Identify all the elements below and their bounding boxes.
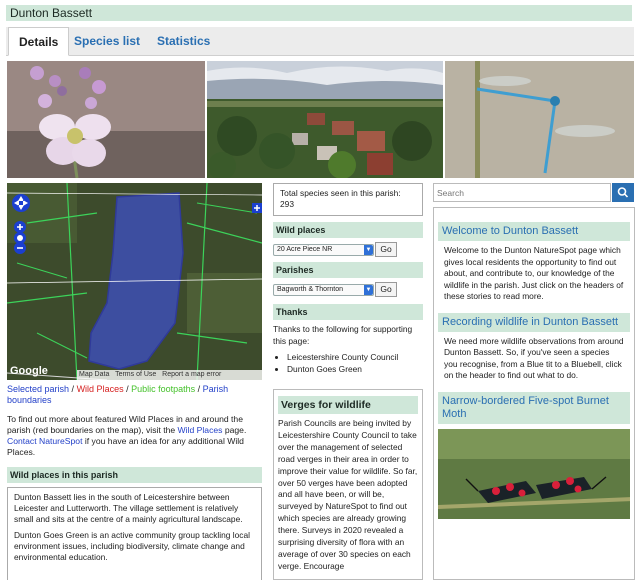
- wild-places-text: Dunton Bassett lies in the south of Leic…: [7, 487, 262, 580]
- legend-separator: /: [123, 384, 132, 394]
- parishes-dropdown[interactable]: Bagworth & Thornton ▼: [273, 283, 374, 296]
- search-bar: [433, 183, 635, 202]
- page-title: Dunton Bassett: [6, 5, 632, 21]
- legend-public-footpaths: Public footpaths: [131, 384, 196, 394]
- story-text: We need more wildlife observations from …: [444, 335, 624, 381]
- legend-separator: /: [195, 384, 203, 394]
- wild-places-go-button[interactable]: Go: [375, 242, 397, 257]
- search-button[interactable]: [612, 183, 634, 202]
- total-species-count: 293: [280, 199, 294, 209]
- legend-wild-places: Wild Places: [76, 384, 124, 394]
- search-icon: [617, 187, 629, 198]
- list-item: Leicestershire County Council: [287, 351, 423, 363]
- damselfly-photo: [445, 61, 634, 178]
- contact-naturespot-link[interactable]: Contact NatureSpot: [7, 436, 82, 446]
- dropdown-value: Bagworth & Thornton: [277, 285, 344, 293]
- thanks-list: Leicestershire County Council Dunton Goe…: [287, 351, 423, 375]
- story-header-welcome[interactable]: Welcome to Dunton Bassett: [438, 222, 630, 241]
- thanks-section: Thanks Thanks to the following for suppo…: [273, 304, 423, 375]
- story-text: Welcome to the Dunton NatureSpot page wh…: [444, 245, 624, 301]
- story-header-burnet-moth[interactable]: Narrow-bordered Five-spot Burnet Moth: [438, 391, 630, 424]
- paragraph: Dunton Goes Green is an active community…: [14, 530, 251, 562]
- legend-separator: /: [69, 384, 77, 394]
- tab-species-list[interactable]: Species list: [64, 27, 150, 56]
- section-heading: Wild places: [273, 222, 423, 238]
- map-data-link[interactable]: Map Data: [79, 371, 109, 378]
- flower-photo: [7, 61, 205, 178]
- dropdown-value: 20 Acre Piece NR: [277, 245, 333, 253]
- wild-places-intro: To find out more about featured Wild Pla…: [7, 414, 262, 458]
- section-heading: Thanks: [273, 304, 423, 320]
- tab-statistics[interactable]: Statistics: [147, 27, 220, 56]
- tab-bar: Details Species list Statistics: [6, 27, 634, 56]
- map-attribution: Map Data Terms of Use Report a map error: [77, 370, 262, 380]
- wild-places-section: Wild places in this parish Dunton Basset…: [7, 467, 262, 580]
- search-input[interactable]: [433, 183, 611, 202]
- parish-map[interactable]: Google Map Data Terms of Use Report a ma…: [7, 183, 262, 380]
- tab-details[interactable]: Details: [8, 27, 70, 56]
- pan-control-icon[interactable]: [11, 193, 31, 222]
- terms-of-use-link[interactable]: Terms of Use: [115, 371, 156, 378]
- layer-switcher-icon[interactable]: [252, 203, 262, 216]
- wild-places-select-section: Wild places 20 Acre Piece NR ▼ Go: [273, 222, 423, 257]
- legend-selected-parish: Selected parish: [7, 384, 70, 394]
- parishes-select-section: Parishes Bagworth & Thornton ▼ Go: [273, 262, 423, 297]
- wild-places-dropdown[interactable]: 20 Acre Piece NR ▼: [273, 243, 374, 256]
- list-item: Dunton Goes Green: [287, 363, 423, 375]
- thanks-text: Thanks to the following for supporting t…: [273, 324, 413, 346]
- verges-section: Verges for wildlife Parish Councils are …: [273, 389, 423, 580]
- total-species-box: Total species seen in this parish: 293: [273, 183, 423, 216]
- village-aerial-photo: [207, 61, 443, 178]
- wild-places-link[interactable]: Wild Places: [178, 425, 223, 435]
- parishes-go-button[interactable]: Go: [375, 282, 397, 297]
- paragraph: Dunton Bassett lies in the south of Leic…: [14, 492, 243, 524]
- chevron-down-icon: ▼: [364, 244, 373, 255]
- zoom-out-icon[interactable]: [14, 242, 26, 257]
- intro-text: page.: [222, 425, 247, 435]
- chevron-down-icon: ▼: [364, 284, 373, 295]
- google-logo: Google: [10, 365, 48, 377]
- verges-text: Parish Councils are being invited by Lei…: [278, 418, 418, 571]
- burnet-moth-photo[interactable]: [438, 428, 630, 519]
- story-header-recording[interactable]: Recording wildlife in Dunton Bassett: [438, 312, 630, 332]
- total-species-label: Total species seen in this parish:: [280, 188, 401, 198]
- report-map-error-link[interactable]: Report a map error: [162, 371, 221, 378]
- section-heading: Wild places in this parish: [7, 467, 262, 483]
- sidebar: Welcome to Dunton Bassett Welcome to the…: [433, 207, 635, 580]
- section-heading: Verges for wildlife: [278, 396, 418, 414]
- map-legend: Selected parish / Wild Places / Public f…: [7, 384, 262, 406]
- section-heading: Parishes: [273, 262, 423, 278]
